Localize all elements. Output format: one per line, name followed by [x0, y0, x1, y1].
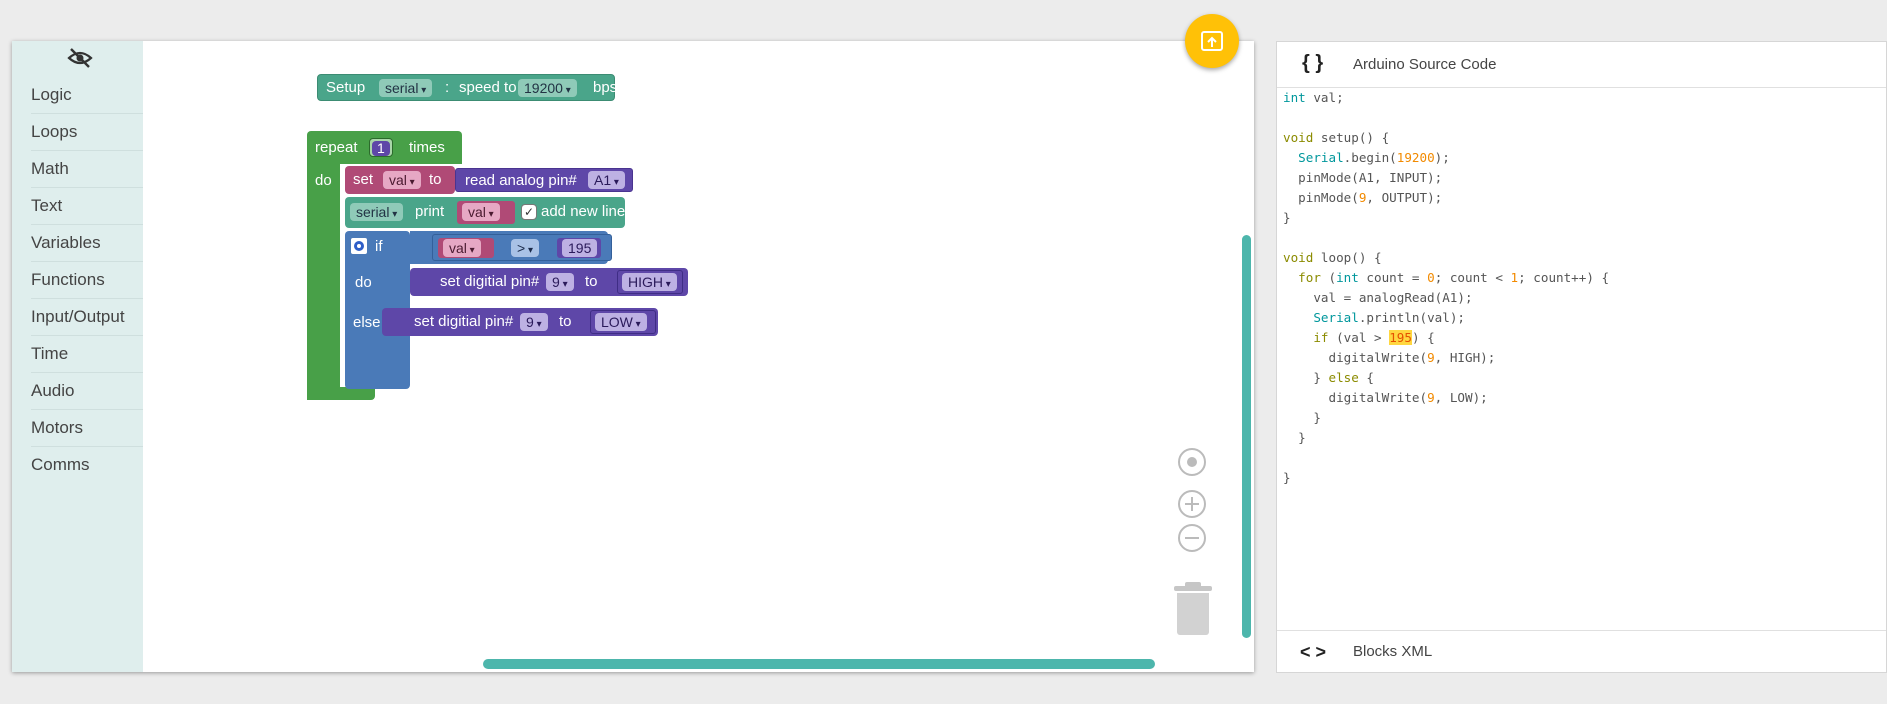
eye-off-icon[interactable] [67, 47, 93, 69]
serial-print-block[interactable]: serial print val ✓ add new line [345, 197, 625, 228]
upload-to-board-icon[interactable] [1185, 14, 1239, 68]
target-icon[interactable] [1178, 448, 1206, 476]
set-variable-block[interactable]: set val to [345, 166, 455, 194]
vertical-scrollbar[interactable] [1242, 235, 1251, 638]
code-line-17: } [1283, 410, 1321, 425]
zoom-out-icon[interactable] [1178, 524, 1206, 552]
toolbox: Logic Loops Math Text Variables Function… [12, 41, 143, 672]
print-variable-dropdown[interactable]: val [462, 203, 500, 221]
setup-label: Setup [326, 79, 366, 96]
digital-write-label: set digitial pin# [414, 313, 514, 330]
print-variable-block[interactable]: val [457, 201, 515, 224]
code-line-3: void setup() { [1283, 130, 1390, 145]
repeat-block[interactable]: repeat 1 times [307, 131, 462, 164]
toolbox-functions[interactable]: Functions [12, 262, 143, 298]
read-analog-label: read analog pin# [465, 172, 577, 189]
compare-number-block[interactable]: 195 [557, 238, 601, 258]
compare-variable-block[interactable]: val [438, 238, 494, 258]
speed-dropdown[interactable]: 19200 [518, 79, 577, 97]
code-line-20: } [1283, 470, 1291, 485]
speed-label: speed to [459, 79, 517, 96]
if-label: if [375, 238, 383, 255]
set-label: set [353, 171, 374, 188]
blocks-xml-tab[interactable]: < > Blocks XML [1277, 630, 1886, 673]
set-variable-dropdown[interactable]: val [383, 171, 421, 189]
bps-label: bps [593, 79, 618, 96]
compare-variable-dropdown[interactable]: val [443, 239, 481, 257]
compare-block[interactable]: val > 195 [432, 234, 612, 261]
compare-operator-dropdown[interactable]: > [511, 239, 539, 257]
add-new-line-label: add new line [541, 203, 626, 220]
code-line-18: } [1283, 430, 1306, 445]
toolbox-time[interactable]: Time [12, 336, 143, 372]
toolbox-variables[interactable]: Variables [12, 225, 143, 261]
setup-separator: : [445, 79, 450, 96]
code-line-11: val = analogRead(A1); [1283, 290, 1473, 305]
code-line-12: Serial.println(val); [1313, 310, 1465, 325]
source-title: Arduino Source Code [1353, 56, 1497, 73]
toolbox-loops[interactable]: Loops [12, 114, 143, 150]
read-analog-pin-block[interactable]: read analog pin# A1 [455, 168, 633, 192]
repeat-count-value[interactable]: 1 [372, 141, 390, 156]
print-label: print [415, 203, 445, 220]
code-line-16: digitalWrite(9, LOW); [1283, 390, 1488, 405]
compare-value[interactable]: 195 [562, 239, 598, 257]
add-new-line-checkbox[interactable]: ✓ [521, 204, 537, 220]
digital-low-state-dropdown[interactable]: LOW [595, 313, 647, 331]
if-do-label: do [355, 274, 372, 291]
code-line-6: pinMode(9, OUTPUT); [1283, 190, 1443, 205]
digital-write-low-block[interactable]: set digitial pin# 9 to LOW [382, 308, 658, 336]
digital-low-to-label: to [559, 313, 572, 330]
toolbox-logic[interactable]: Logic [12, 77, 143, 113]
blocks-xml-title: Blocks XML [1353, 643, 1433, 660]
blockly-workspace[interactable]: Logic Loops Math Text Variables Function… [12, 41, 1254, 672]
setup-serial-block[interactable]: Setup serial : speed to 19200 bps [317, 74, 618, 101]
toolbox-input-output[interactable]: Input/Output [12, 299, 143, 335]
source-header[interactable]: { } Arduino Source Code [1277, 42, 1886, 88]
else-label: else [353, 314, 381, 331]
code-line-1: int val; [1283, 90, 1344, 105]
times-label: times [409, 139, 445, 156]
digital-high-to-label: to [585, 273, 598, 290]
braces-icon: { } [1302, 52, 1324, 74]
print-port-dropdown[interactable]: serial [350, 203, 404, 221]
gear-icon[interactable] [351, 238, 367, 254]
horizontal-scrollbar[interactable] [483, 659, 1155, 669]
toolbox-math[interactable]: Math [12, 151, 143, 187]
to-label: to [429, 171, 442, 188]
analog-pin-dropdown[interactable]: A1 [588, 171, 625, 189]
serial-port-dropdown[interactable]: serial [379, 79, 433, 97]
digital-write-high-block[interactable]: set digitial pin# 9 to HIGH [410, 268, 688, 296]
code-line-9: void loop() { [1283, 250, 1382, 265]
digital-high-state-block[interactable]: HIGH [617, 270, 683, 294]
toolbox-comms[interactable]: Comms [12, 447, 143, 483]
zoom-in-icon[interactable] [1178, 490, 1206, 518]
toolbox-text[interactable]: Text [12, 188, 143, 224]
toolbox-motors[interactable]: Motors [12, 410, 143, 446]
code-line-15: } else { [1283, 370, 1375, 385]
trash-icon[interactable] [1174, 582, 1212, 636]
repeat-label: repeat [315, 139, 358, 156]
code-view[interactable]: int val; void setup() { Serial.begin(192… [1283, 88, 1609, 488]
repeat-block-spine: do [307, 164, 340, 400]
code-brackets-icon: < > [1300, 642, 1327, 662]
code-line-13: if (val > 195) { [1313, 330, 1435, 345]
arduino-source-panel: { } Arduino Source Code int val; void se… [1276, 41, 1887, 673]
digital-low-state-block[interactable]: LOW [590, 310, 656, 334]
code-line-7: } [1283, 210, 1291, 225]
digital-low-pin-dropdown[interactable]: 9 [520, 313, 548, 331]
digital-high-state-dropdown[interactable]: HIGH [622, 273, 677, 291]
code-line-5: pinMode(A1, INPUT); [1283, 170, 1443, 185]
toolbox-audio[interactable]: Audio [12, 373, 143, 409]
code-line-4: Serial.begin(19200); [1298, 150, 1450, 165]
repeat-do-label: do [315, 172, 332, 189]
repeat-count-field[interactable]: 1 [369, 138, 393, 157]
digital-high-pin-dropdown[interactable]: 9 [546, 273, 574, 291]
digital-write-label: set digitial pin# [440, 273, 540, 290]
code-line-10: for (int count = 0; count < 1; count++) … [1298, 270, 1610, 285]
code-line-14: digitalWrite(9, HIGH); [1283, 350, 1496, 365]
upload-icon [1201, 31, 1223, 51]
